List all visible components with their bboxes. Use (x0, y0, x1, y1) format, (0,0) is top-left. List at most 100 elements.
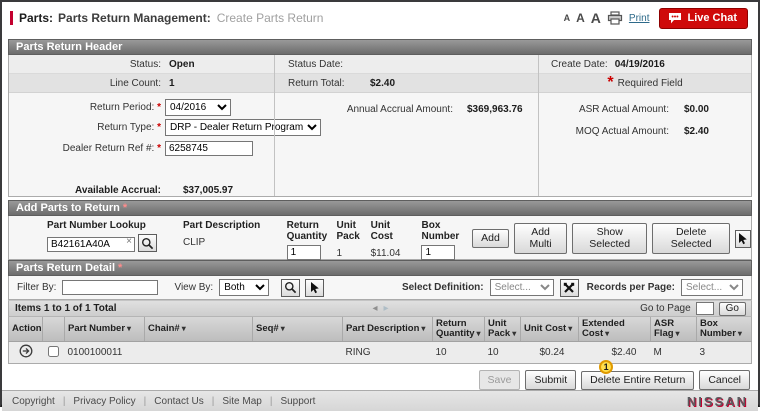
sort-icon: ▾ (512, 329, 517, 338)
header-column-middle: Status Date: Return Total: $2.40 Annual … (274, 55, 538, 196)
col-unit-cost[interactable]: Unit Cost ▾ (520, 317, 579, 342)
cell-extended-cost: $2.40 (578, 341, 651, 364)
cursor-pointer-icon (737, 232, 749, 245)
sort-icon: ▾ (605, 329, 610, 338)
col-chain[interactable]: Chain# ▾ (144, 317, 253, 342)
parts-return-header-section: Parts Return Header Status: Open Line Co… (8, 39, 752, 197)
records-per-page-label: Records per Page: (586, 282, 675, 293)
save-button[interactable]: Save (478, 370, 521, 390)
detail-search-button[interactable] (281, 278, 301, 297)
submit-button[interactable]: Submit (525, 370, 577, 390)
col-action: Action (8, 317, 43, 342)
parts-return-header-title-bar: Parts Return Header (8, 39, 752, 55)
select-definition-select[interactable]: Select... (489, 279, 554, 296)
font-size-medium-button[interactable]: A (576, 12, 585, 24)
detail-filter-row: Filter By: View By: Both Select Definiti… (8, 276, 752, 300)
page-content: Parts Return Header Status: Open Line Co… (2, 34, 758, 390)
sort-icon: ▾ (476, 329, 481, 338)
footer-link-copyright[interactable]: Copyright (12, 396, 63, 407)
annual-accrual-label: Annual Accrual Amount: (346, 104, 453, 115)
row-select-checkbox[interactable] (48, 345, 59, 357)
filter-by-input[interactable] (62, 280, 159, 295)
live-chat-button[interactable]: Live Chat (659, 7, 748, 29)
go-to-page-input[interactable] (695, 302, 714, 315)
sort-icon: ▾ (675, 329, 680, 338)
row-action-go-icon[interactable] (19, 344, 33, 358)
header-column-right: Create Date: 04/19/2016 * Required Field… (538, 55, 751, 196)
font-size-large-button[interactable]: A (591, 11, 601, 25)
col-select (42, 317, 65, 342)
section-title: Parts Return Detail (16, 262, 116, 274)
cell-part-number: 0100100011 (64, 341, 145, 364)
moq-actual-label: MOQ Actual Amount: (575, 126, 669, 137)
sort-icon: ▾ (181, 324, 186, 333)
unit-pack-value: 1 (336, 248, 343, 259)
add-multi-button[interactable]: Add Multi (513, 223, 568, 254)
return-quantity-input[interactable] (286, 245, 321, 260)
form-actions: Save Submit Delete Entire Return 1 Cance… (8, 360, 752, 390)
col-extended-cost[interactable]: Extended Cost ▾ (578, 317, 651, 342)
part-number-lookup-label: Part Number Lookup (47, 220, 146, 231)
delete-entire-return-button[interactable]: Delete Entire Return (581, 371, 695, 390)
view-by-select[interactable]: Both (219, 279, 270, 296)
dealer-return-ref-input[interactable] (165, 140, 253, 156)
col-part-number[interactable]: Part Number ▾ (64, 317, 145, 342)
col-return-quantity[interactable]: Return Quantity ▾ (432, 317, 485, 342)
delete-selected-button[interactable]: Delete Selected (652, 223, 731, 254)
return-total-label: Return Total: (288, 77, 345, 89)
table-header-row: Action Part Number ▾ Chain# ▾ Seq# ▾ Part D… (8, 317, 752, 342)
filter-by-label: Filter By: (17, 282, 57, 293)
font-size-small-button[interactable]: A (564, 13, 571, 23)
part-description-label: Part Description (183, 220, 261, 231)
show-selected-button[interactable]: Show Selected (572, 223, 648, 254)
parts-return-detail-title-bar: Parts Return Detail * (8, 260, 752, 276)
records-per-page-select[interactable]: Select... (681, 279, 743, 296)
page-previous-icon[interactable]: ◂ (372, 303, 377, 314)
part-number-search-button[interactable] (138, 234, 157, 252)
status-date-label: Status Date: (288, 58, 344, 70)
breadcrumb-section[interactable]: Parts Return Management: (58, 11, 211, 25)
add-parts-body: Part Number Lookup × Part Description CL… (8, 216, 752, 260)
page-next-icon[interactable]: ▸ (384, 303, 389, 314)
add-button[interactable]: Add (472, 229, 509, 248)
sort-icon: ▾ (568, 324, 573, 333)
create-date-label: Create Date: (551, 58, 608, 70)
box-number-input[interactable] (421, 245, 456, 260)
cancel-button[interactable]: Cancel (699, 370, 750, 390)
line-count-value: 1 (169, 77, 175, 89)
footer-link-contact-us[interactable]: Contact Us (146, 396, 211, 407)
cell-box-number: 3 (696, 341, 752, 364)
footer-link-support[interactable]: Support (272, 396, 323, 407)
table-row: 0100100011 RING 10 10 $0.24 $2.40 M 3 (8, 341, 752, 364)
sort-icon: ▾ (421, 324, 426, 333)
definition-tools-button[interactable] (559, 278, 579, 297)
cell-seq (252, 341, 343, 364)
col-unit-pack[interactable]: Unit Pack ▾ (484, 317, 521, 342)
footer-link-privacy-policy[interactable]: Privacy Policy (65, 396, 143, 407)
part-number-lookup-input[interactable] (47, 237, 135, 252)
sort-icon: ▾ (280, 324, 285, 333)
section-title: Add Parts to Return (16, 202, 120, 214)
print-link[interactable]: Print (629, 13, 650, 24)
search-icon (284, 281, 297, 294)
chat-bubble-icon (668, 12, 682, 24)
detail-pointer-button[interactable] (305, 278, 325, 297)
printer-icon (607, 11, 623, 25)
nissan-logo: NISSAN (686, 393, 748, 409)
annual-accrual-value: $369,963.76 (467, 104, 523, 115)
available-accrual-value: $37,005.97 (183, 184, 234, 196)
sort-icon: ▾ (127, 324, 132, 333)
top-bar: Parts: Parts Return Management: Create P… (2, 2, 758, 34)
return-period-select[interactable]: 04/2016 (165, 99, 231, 117)
clear-input-icon[interactable]: × (126, 236, 132, 247)
asr-actual-label: ASR Actual Amount: (578, 104, 669, 115)
select-pointer-button[interactable] (735, 229, 751, 248)
cell-unit-pack: 10 (484, 341, 521, 364)
cell-chain (144, 341, 253, 364)
col-seq[interactable]: Seq# ▾ (252, 317, 343, 342)
footer-link-site-map[interactable]: Site Map (214, 396, 269, 407)
col-part-description[interactable]: Part Description ▾ (342, 317, 433, 342)
go-button[interactable]: Go (718, 301, 746, 316)
col-box-number[interactable]: Box Number ▾ (696, 317, 752, 342)
col-asr-flag[interactable]: ASR Flag ▾ (650, 317, 697, 342)
